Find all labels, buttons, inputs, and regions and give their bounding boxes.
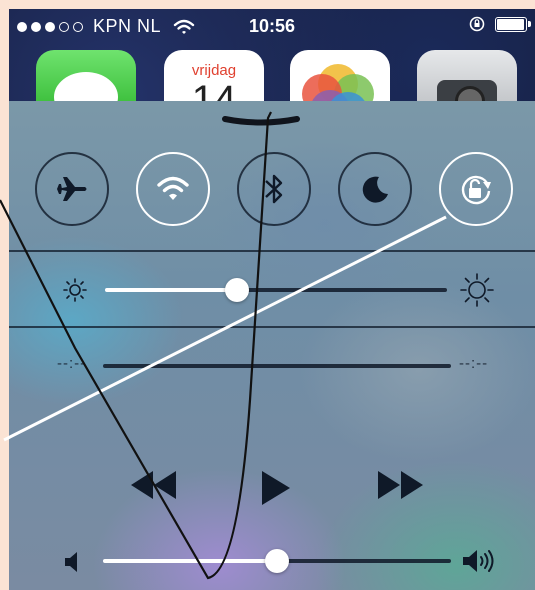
brightness-thumb[interactable]: [225, 278, 249, 302]
toggle-row: [35, 152, 519, 232]
battery-icon: [495, 16, 531, 32]
elapsed-time: --:--: [57, 355, 87, 372]
play-icon[interactable]: [259, 469, 293, 507]
wifi-icon: [157, 176, 189, 200]
volume-track-filled: [103, 559, 277, 563]
status-bar: KPN NL 10:56: [9, 9, 535, 43]
calendar-weekday: vrijdag: [191, 62, 237, 79]
brightness-slider[interactable]: [9, 268, 535, 312]
airplane-mode-toggle[interactable]: [35, 152, 109, 226]
bluetooth-icon: [265, 174, 283, 204]
speaker-low-icon: [65, 552, 77, 572]
volume-slider[interactable]: [9, 541, 535, 581]
music-controls: [9, 469, 535, 509]
brightness-high-icon: [460, 273, 494, 307]
grabber-handle[interactable]: [219, 112, 303, 128]
scrubber-track: [103, 364, 451, 368]
brightness-track-filled: [105, 288, 237, 292]
bluetooth-toggle[interactable]: [237, 152, 311, 226]
rotation-lock-icon: [461, 175, 491, 205]
airplane-icon: [57, 177, 87, 201]
volume-thumb[interactable]: [265, 549, 289, 573]
remaining-time: --:--: [459, 355, 489, 372]
rewind-icon[interactable]: [129, 469, 179, 501]
fast-forward-icon[interactable]: [375, 469, 425, 501]
brightness-track-empty: [237, 288, 447, 292]
music-scrubber: --:-- --:--: [9, 351, 535, 381]
phone-screen: KPN NL 10:56 vrijdag 14 --:-- --:--: [9, 9, 535, 590]
do-not-disturb-toggle[interactable]: [338, 152, 412, 226]
brightness-low-icon: [63, 278, 87, 302]
speaker-high-icon: [463, 550, 494, 572]
control-center: --:-- --:--: [9, 101, 535, 590]
divider: [9, 326, 535, 328]
volume-track-empty: [277, 559, 451, 563]
status-time: 10:56: [248, 16, 296, 36]
rotation-lock-toggle[interactable]: [439, 152, 513, 226]
wifi-toggle[interactable]: [136, 152, 210, 226]
divider: [9, 250, 535, 252]
orientation-lock-icon: [469, 16, 485, 32]
moon-icon: [362, 176, 388, 203]
status-right: [469, 16, 531, 32]
